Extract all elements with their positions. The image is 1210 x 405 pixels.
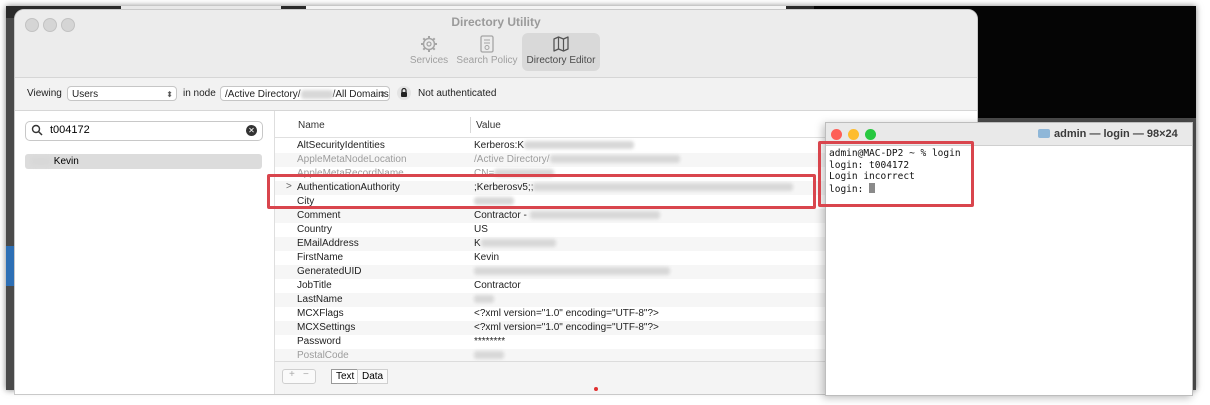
lock-icon[interactable] xyxy=(397,85,411,104)
terminal-close-button[interactable] xyxy=(831,129,842,140)
attribute-name: FirstName xyxy=(297,252,344,263)
terminal-minimize-button[interactable] xyxy=(848,129,859,140)
attribute-name: Country xyxy=(297,224,333,235)
attribute-value: <?xml version="1.0" encoding="UTF-8"?> xyxy=(474,308,659,319)
terminal-title: admin — login — 98×24 xyxy=(1038,128,1178,140)
terminal-line: login: t004172 xyxy=(829,159,910,171)
tab-data[interactable]: Data xyxy=(357,369,389,384)
add-record-button[interactable]: + xyxy=(289,369,295,380)
attribute-value: /Active Directory/ xyxy=(474,154,680,165)
list-item[interactable]: Kevin xyxy=(25,154,262,169)
column-header-value[interactable]: Value xyxy=(476,120,501,131)
terminal-output[interactable]: admin@MAC-DP2 ~ % login login: t004172 L… xyxy=(829,148,961,195)
toolbar-directory-editor-button[interactable]: Directory Editor xyxy=(522,33,600,71)
attribute-value: K xyxy=(474,238,556,249)
attribute-name: LastName xyxy=(297,294,343,305)
attribute-name: PostalCode xyxy=(297,350,349,361)
attribute-name: JobTitle xyxy=(297,280,332,291)
attribute-name: MCXFlags xyxy=(297,308,344,319)
attribute-name: MCXSettings xyxy=(297,322,356,333)
terminal-line: login: xyxy=(829,183,870,195)
attribute-value: ;Kerberosv5;; xyxy=(474,182,794,193)
attribute-name: AppleMetaNodeLocation xyxy=(297,154,407,165)
record-list-pane: t004172 ✕ Kevin xyxy=(15,111,275,394)
toolbar-search-policy-label: Search Policy xyxy=(456,55,518,66)
in-node-label: in node xyxy=(183,88,216,99)
chevron-updown-icon: ⬍ xyxy=(166,90,173,99)
attribute-name: AuthenticationAuthority xyxy=(297,182,400,193)
search-input[interactable]: t004172 xyxy=(50,124,90,136)
attribute-value: ******** xyxy=(474,336,506,347)
toolbar-directory-editor-label: Directory Editor xyxy=(526,55,596,66)
search-icon xyxy=(31,124,43,139)
terminal-window: admin — login — 98×24 admin@MAC-DP2 ~ % … xyxy=(825,122,1193,396)
attribute-name: AppleMetaRecordName xyxy=(297,168,404,179)
remove-record-button[interactable]: − xyxy=(303,369,309,380)
map-icon xyxy=(522,33,600,55)
disclosure-chevron-icon[interactable]: > xyxy=(286,181,292,192)
attribute-value: Contractor - xyxy=(474,210,660,221)
attribute-value xyxy=(474,266,670,277)
attribute-value: <?xml version="1.0" encoding="UTF-8"?> xyxy=(474,322,659,333)
column-header-name[interactable]: Name xyxy=(298,120,325,131)
attribute-name: AltSecurityIdentities xyxy=(297,140,385,151)
clear-search-icon[interactable]: ✕ xyxy=(246,125,257,136)
toolbar-search-policy-button[interactable]: Search Policy xyxy=(446,33,528,71)
chevron-updown-icon: ⬍ xyxy=(379,90,386,99)
text-cursor xyxy=(869,182,876,193)
attribute-name: City xyxy=(297,196,315,207)
titlebar: Directory Utility Services Search Policy… xyxy=(15,10,977,78)
window-title: Directory Utility xyxy=(451,15,541,29)
red-dot-marker xyxy=(594,387,598,391)
attribute-value: CN= xyxy=(474,168,555,179)
search-field[interactable]: t004172 ✕ xyxy=(25,121,263,141)
attribute-value: US xyxy=(474,224,488,235)
terminal-titlebar: admin — login — 98×24 xyxy=(826,123,1192,146)
add-remove-control: + − xyxy=(282,369,316,384)
attribute-name: Password xyxy=(297,336,341,347)
view-options-bar: Viewing Users ⬍ in node /Active Director… xyxy=(15,78,977,111)
redacted-name xyxy=(31,156,51,166)
attribute-value: Kevin xyxy=(474,252,500,263)
viewing-label: Viewing xyxy=(27,88,62,99)
attribute-value xyxy=(474,350,504,361)
redacted-domain xyxy=(300,89,333,99)
record-type-popup[interactable]: Users ⬍ xyxy=(67,86,177,101)
node-value-prefix: /Active Directory/ xyxy=(225,89,301,100)
terminal-zoom-button[interactable] xyxy=(865,129,876,140)
attribute-name: GeneratedUID xyxy=(297,266,362,277)
attribute-value: Contractor xyxy=(474,280,521,291)
folder-icon xyxy=(1038,129,1050,138)
auth-status: Not authenticated xyxy=(418,88,497,99)
column-divider[interactable] xyxy=(470,117,471,133)
terminal-line: Login incorrect xyxy=(829,171,915,182)
attribute-name: EMailAddress xyxy=(297,238,359,249)
terminal-line: admin@MAC-DP2 ~ % login xyxy=(829,148,961,159)
document-icon xyxy=(446,33,528,55)
tab-text[interactable]: Text xyxy=(331,369,360,384)
record-type-value: Users xyxy=(72,89,99,100)
node-popup[interactable]: /Active Directory//All Domains ⬍ xyxy=(220,86,390,101)
user-name: Kevin xyxy=(53,156,79,167)
attribute-name: Comment xyxy=(297,210,341,221)
attribute-value: Kerberos:K xyxy=(474,140,635,151)
attribute-value xyxy=(474,196,514,207)
attribute-value xyxy=(474,294,494,305)
